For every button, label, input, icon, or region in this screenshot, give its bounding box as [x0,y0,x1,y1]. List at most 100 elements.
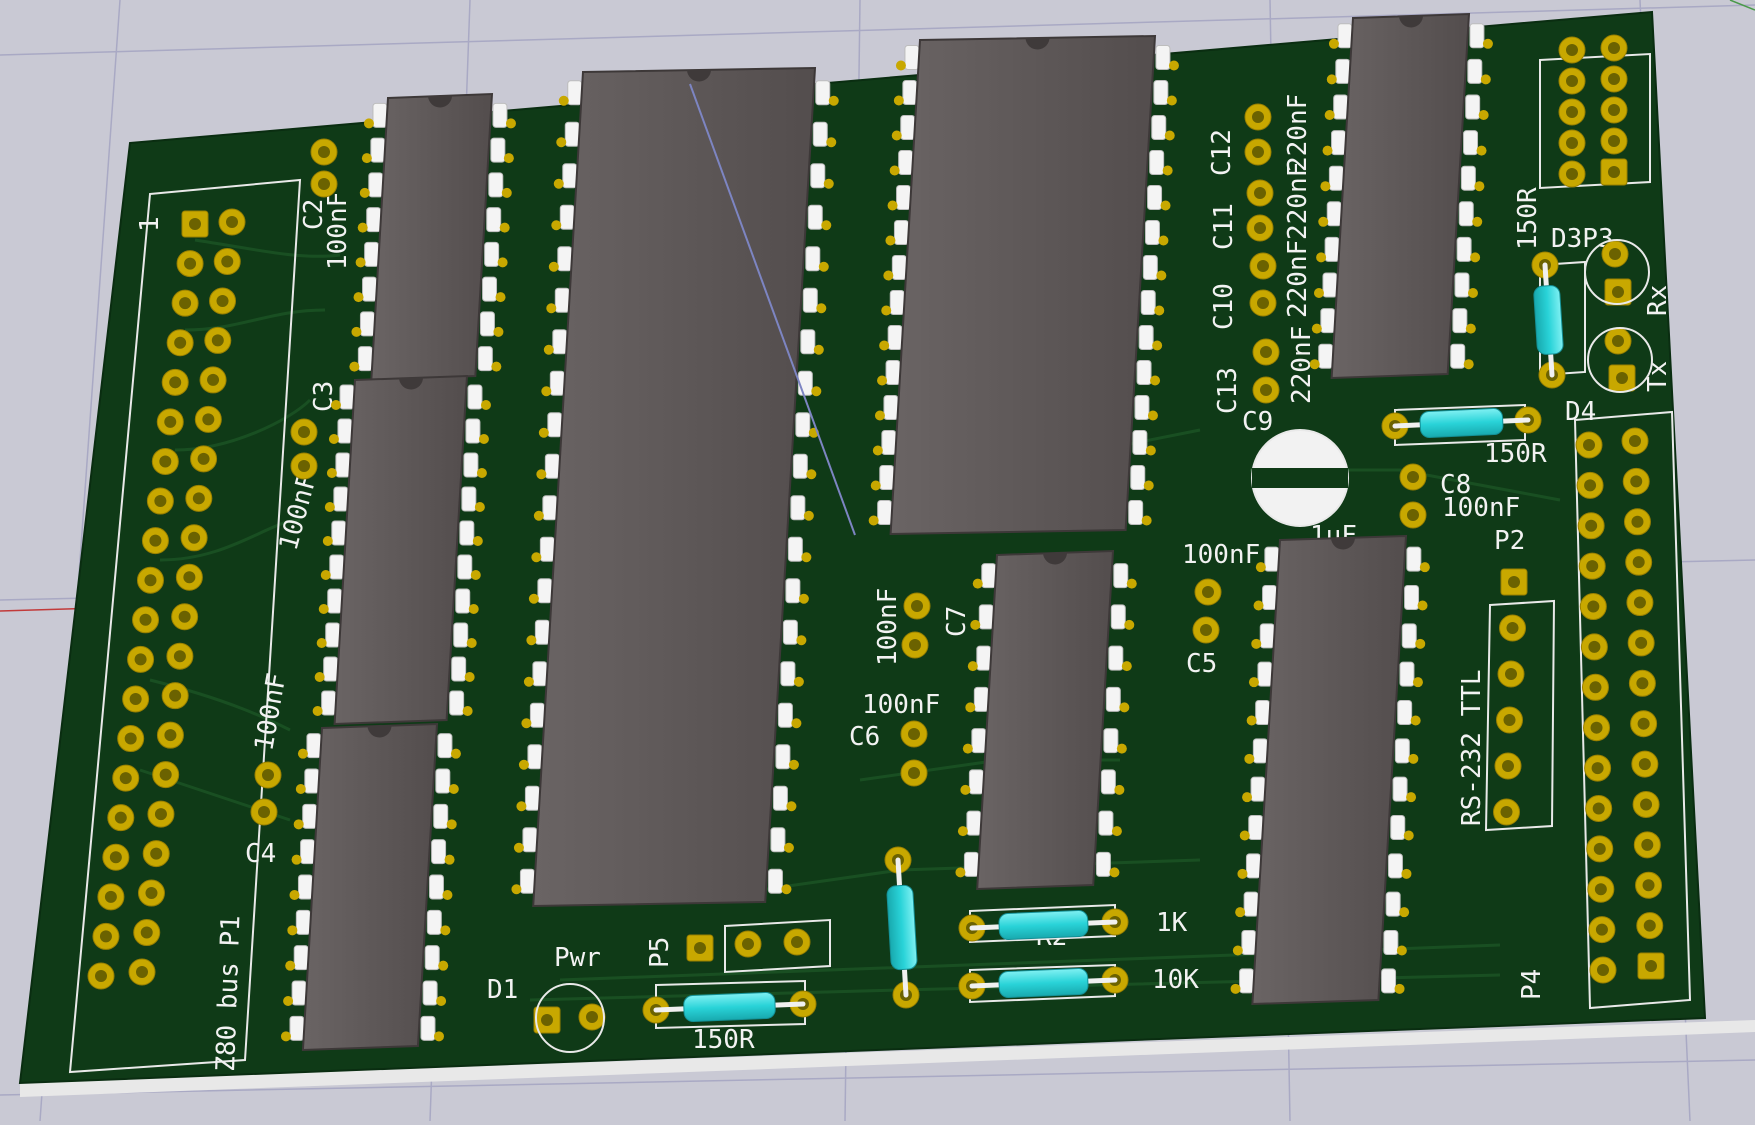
ic-pin [1257,661,1273,687]
p1-pin [127,645,155,673]
d1-pad [578,1003,606,1031]
pad-drill [140,926,153,939]
ic-pin [1456,236,1472,262]
3d-viewer-viewport[interactable]: 1 Z80 bus P1 C2 100nF C3 100nF C4 100nF … [0,0,1755,1122]
ic-pin [1241,930,1257,955]
ic-pin [362,276,378,302]
pad-drill [1597,964,1609,976]
ic-body[interactable] [333,374,469,726]
ic-pin [519,868,535,894]
ic-pin [459,520,475,546]
ic-pin-pad [889,165,900,176]
c9-label: C9 [1242,407,1273,437]
pad-drill [1500,806,1513,818]
ic-pin-pad [1168,60,1179,71]
ic-u3[interactable] [280,722,461,1052]
ic-pin [1331,130,1347,156]
ic-pin [968,769,984,795]
resistor-body[interactable] [1533,285,1564,355]
pad-drill [184,257,197,270]
pad-drill [908,728,920,740]
ic-pin [428,874,444,900]
ic-pin [891,255,907,280]
ic-pin-pad [491,361,502,372]
pad-drill [1503,714,1516,726]
ic-pin-pad [462,706,473,716]
ic-pin-pad [1251,638,1262,649]
p1-pin [133,919,161,947]
resistor-body[interactable] [886,884,918,971]
ic-pin [544,453,560,479]
pad-drill [99,930,112,943]
pad-drill [1591,762,1604,775]
pad-drill [149,534,162,547]
ic-pin [1262,585,1278,610]
p4-pin [1621,427,1649,455]
ic-pin [978,604,994,630]
resistor-body[interactable] [998,910,1089,940]
ic-pin-pad [357,222,368,233]
ic-body[interactable] [976,549,1115,891]
resistor-body[interactable] [1419,408,1504,438]
ic-body[interactable] [301,722,439,1052]
ic-pin [321,690,337,716]
ic-pin-pad [324,502,335,512]
p1-pin [185,484,213,512]
ic-pin-pad [283,996,294,1006]
ic-pin [293,945,309,971]
ic-pin-pad [891,130,902,141]
cap-pad [1399,463,1427,491]
ic-pin [966,810,982,836]
ic-pin-pad [828,95,839,106]
ic-body[interactable] [889,34,1157,536]
ic-pin [370,137,386,163]
pad-drill [1566,106,1578,118]
pad-drill [1612,335,1624,347]
ic-pin [1138,325,1154,350]
pad-drill [1202,586,1214,598]
p1-pin [218,208,246,236]
p5-label: P5 [645,937,675,968]
pad-drill [1635,636,1648,649]
ic-pin-pad [558,95,569,106]
pad-drill [1612,286,1624,298]
p3-pin [1558,98,1586,126]
ic-pin-pad [349,361,360,372]
p1-pin [122,685,150,713]
ic-pin [323,656,339,682]
p4-pin [1626,589,1654,617]
ic-pin-pad [1147,410,1158,421]
p1-pin [204,326,232,354]
ic-pin [1381,968,1397,994]
pcb-3d-view[interactable]: 1 Z80 bus P1 C2 100nF C3 100nF C4 100nF … [0,0,1755,1122]
ic-body[interactable] [532,66,817,908]
ic-pin [885,360,901,385]
resistor-body[interactable] [683,992,776,1022]
ic-pin [976,645,992,671]
pad-drill [1506,622,1519,634]
ic-pin-pad [1406,792,1417,803]
resistor-body[interactable] [998,968,1089,998]
p1-pin [152,761,180,789]
ic-pin-pad [503,153,514,164]
ic-pin [1460,165,1476,191]
ic-pin [477,346,493,372]
p1-pin [97,883,125,911]
ic-pin [435,768,451,794]
pad-drill [1645,960,1657,972]
pad-drill [95,970,107,982]
pad-drill [216,294,229,307]
ic-pin-pad [972,578,983,589]
pad-drill [119,772,132,785]
rx-label: Rx [1643,285,1673,316]
ic-pin [1465,94,1481,120]
ic-pin [1322,272,1338,298]
ic-body[interactable] [1330,12,1471,380]
ic-body[interactable] [1251,534,1408,1006]
pad-drill [1608,42,1620,54]
c13-label: C13 [1213,367,1243,414]
p3-pin [1558,67,1586,95]
ic-pin-pad [895,60,906,71]
ic-body[interactable] [370,92,494,382]
p1-pin [92,922,120,950]
